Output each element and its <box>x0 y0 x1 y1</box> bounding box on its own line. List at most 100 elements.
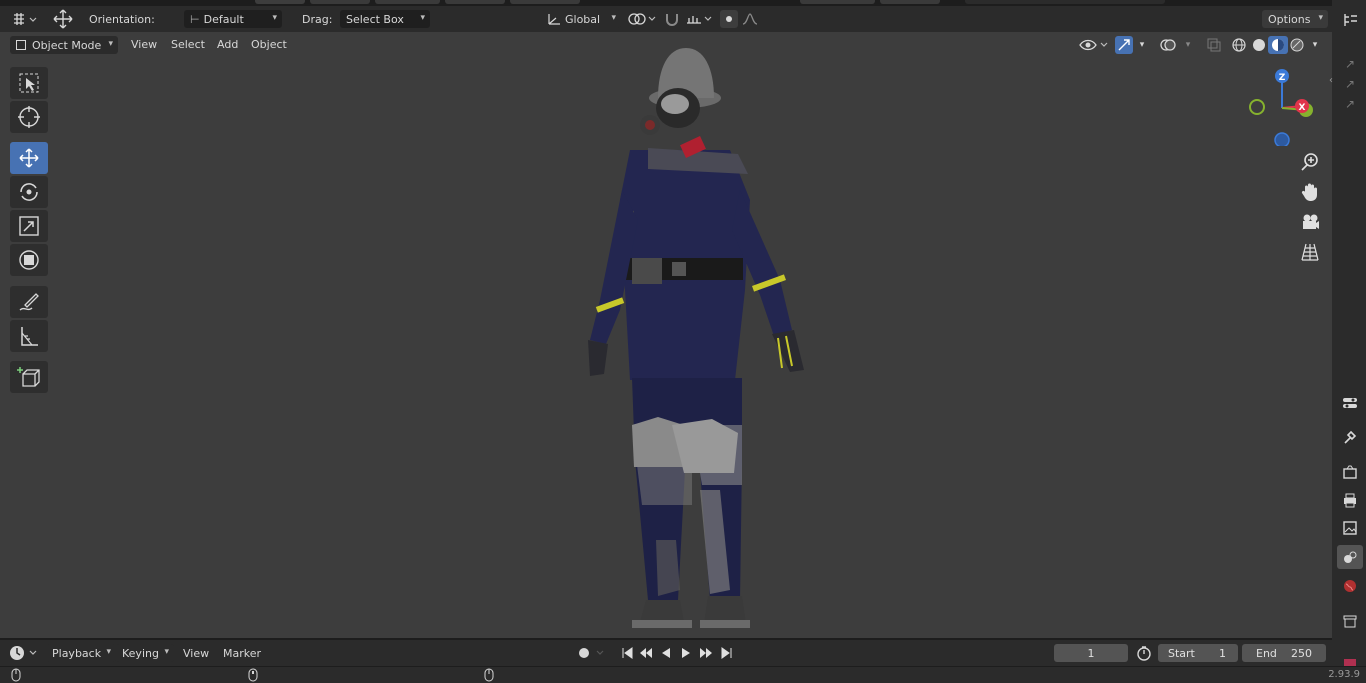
tab-world[interactable] <box>1337 574 1363 598</box>
zoom-button[interactable] <box>1296 148 1324 176</box>
3d-viewport[interactable]: Object Mode ▾ View Select Add Object ▾ ▾ <box>0 32 1332 638</box>
rendered-shading-button[interactable] <box>1287 36 1307 54</box>
move-tool-icon <box>50 8 76 30</box>
restrict-icon: ↗ <box>1344 97 1356 111</box>
scale-tool[interactable] <box>10 210 48 242</box>
xray-icon <box>1207 38 1221 52</box>
add-cube-tool[interactable] <box>10 361 48 393</box>
cursor-tool[interactable] <box>10 101 48 133</box>
move-tool[interactable] <box>10 142 48 174</box>
transform-tool[interactable] <box>10 244 48 276</box>
timeline-editor-type-button[interactable] <box>8 644 40 662</box>
proportional-editing-toggle[interactable] <box>720 10 738 28</box>
next-keyframe-button[interactable] <box>697 645 715 661</box>
mode-dropdown[interactable]: Object Mode ▾ <box>10 36 118 54</box>
auto-keying-toggle[interactable] <box>574 644 608 662</box>
timeline-menu-view[interactable]: View <box>183 647 209 660</box>
play-button[interactable] <box>677 645 695 661</box>
playback-menu[interactable]: Playback ▾ <box>46 644 116 662</box>
firefighter-model[interactable] <box>560 40 820 638</box>
hand-icon <box>1301 183 1317 201</box>
transform-orientation-dropdown[interactable]: Global ▾ <box>541 10 621 28</box>
end-frame-field[interactable]: End 250 <box>1242 644 1326 662</box>
rotate-tool[interactable] <box>10 176 48 208</box>
tab-scene[interactable] <box>1337 545 1363 569</box>
shading-dropdown[interactable]: ▾ <box>1307 36 1323 54</box>
menu-add[interactable]: Add <box>217 38 238 51</box>
scene-selector[interactable] <box>965 0 1165 4</box>
outliner-toggle[interactable] <box>1337 8 1363 32</box>
current-frame-field[interactable]: 1 <box>1054 644 1128 662</box>
eye-icon <box>1079 39 1108 51</box>
mouse-middle-icon <box>248 668 258 682</box>
menu-select[interactable]: Select <box>171 38 205 51</box>
clock-icon <box>10 646 37 660</box>
xray-toggle[interactable] <box>1204 36 1224 54</box>
select-box-icon <box>19 73 39 93</box>
sidebar-collapse-arrow[interactable]: ‹ <box>1326 68 1336 92</box>
options-dropdown[interactable]: Options ▾ <box>1262 10 1328 28</box>
pan-button[interactable] <box>1296 178 1324 206</box>
wrench-icon <box>1344 430 1357 444</box>
play-reverse-button[interactable] <box>657 645 675 661</box>
material-preview-icon <box>1272 39 1284 51</box>
tab-collection[interactable] <box>1337 609 1363 633</box>
mouse-left-icon <box>11 668 21 682</box>
workspace-tab[interactable] <box>880 0 940 4</box>
workspace-tab[interactable] <box>510 0 580 4</box>
menu-view[interactable]: View <box>131 38 157 51</box>
workspace-tab[interactable] <box>445 0 505 4</box>
properties-icon <box>1343 398 1357 408</box>
scale-icon <box>19 216 39 236</box>
measure-tool[interactable] <box>10 320 48 352</box>
annotate-tool[interactable] <box>10 286 48 318</box>
timeline-menu-marker[interactable]: Marker <box>223 647 261 660</box>
visibility-dropdown[interactable] <box>1078 36 1110 54</box>
overlays-dropdown[interactable]: ▾ <box>1180 36 1196 54</box>
pivot-point-button[interactable] <box>626 10 658 28</box>
chevron-down-icon: ▾ <box>272 13 277 23</box>
workspace-tab[interactable] <box>310 0 370 4</box>
chevron-down-icon: ▾ <box>1318 13 1323 23</box>
menu-object[interactable]: Object <box>251 38 287 51</box>
jump-start-button[interactable] <box>618 645 636 661</box>
tool-settings-header: Orientation: ⊢ Default ▾ Drag: Select Box… <box>0 6 1332 32</box>
wireframe-icon <box>1232 38 1246 52</box>
keying-menu[interactable]: Keying ▾ <box>116 644 174 662</box>
tab-output[interactable] <box>1337 488 1363 512</box>
material-preview-button[interactable] <box>1268 36 1288 54</box>
snap-toggle[interactable] <box>662 10 682 28</box>
properties-editor-toggle[interactable] <box>1337 391 1363 415</box>
workspace-tab-layout[interactable] <box>255 0 305 4</box>
camera-view-button[interactable] <box>1296 208 1324 236</box>
workspace-tab[interactable] <box>375 0 440 4</box>
wireframe-shading-button[interactable] <box>1229 36 1249 54</box>
start-frame-field[interactable]: Start 1 <box>1158 644 1238 662</box>
select-box-tool[interactable] <box>10 67 48 99</box>
orientation-dropdown[interactable]: ⊢ Default ▾ <box>184 10 282 28</box>
snap-target-dropdown[interactable] <box>684 10 714 28</box>
ortho-toggle-button[interactable] <box>1296 238 1324 266</box>
solid-shading-button[interactable] <box>1249 36 1269 54</box>
tab-tool[interactable] <box>1337 425 1363 449</box>
navigation-gizmo[interactable]: Z X <box>1240 66 1320 146</box>
tab-view-layer[interactable] <box>1337 516 1363 540</box>
neg-z-axis-handle[interactable] <box>1274 132 1290 146</box>
tab-render[interactable] <box>1337 460 1363 484</box>
gizmo-dropdown[interactable]: ▾ <box>1134 36 1150 54</box>
gizmo-toggle[interactable] <box>1115 36 1133 54</box>
jump-end-button[interactable] <box>718 645 736 661</box>
prev-keyframe-button[interactable] <box>637 645 655 661</box>
neg-y-axis-handle[interactable] <box>1249 99 1265 115</box>
chevron-down-icon: ▾ <box>164 647 169 657</box>
rotate-icon <box>20 183 38 201</box>
end-value: 250 <box>1291 647 1312 660</box>
falloff-dropdown[interactable] <box>740 10 770 28</box>
drag-dropdown[interactable]: Select Box ▾ <box>340 10 430 28</box>
workspace-tab[interactable] <box>800 0 875 4</box>
overlays-toggle[interactable] <box>1158 36 1178 54</box>
preview-range-toggle[interactable] <box>1134 644 1154 662</box>
sidebar-arrow-3[interactable]: ↗ <box>1337 92 1363 116</box>
editor-type-button[interactable] <box>10 10 38 28</box>
jump-start-icon <box>622 647 633 659</box>
